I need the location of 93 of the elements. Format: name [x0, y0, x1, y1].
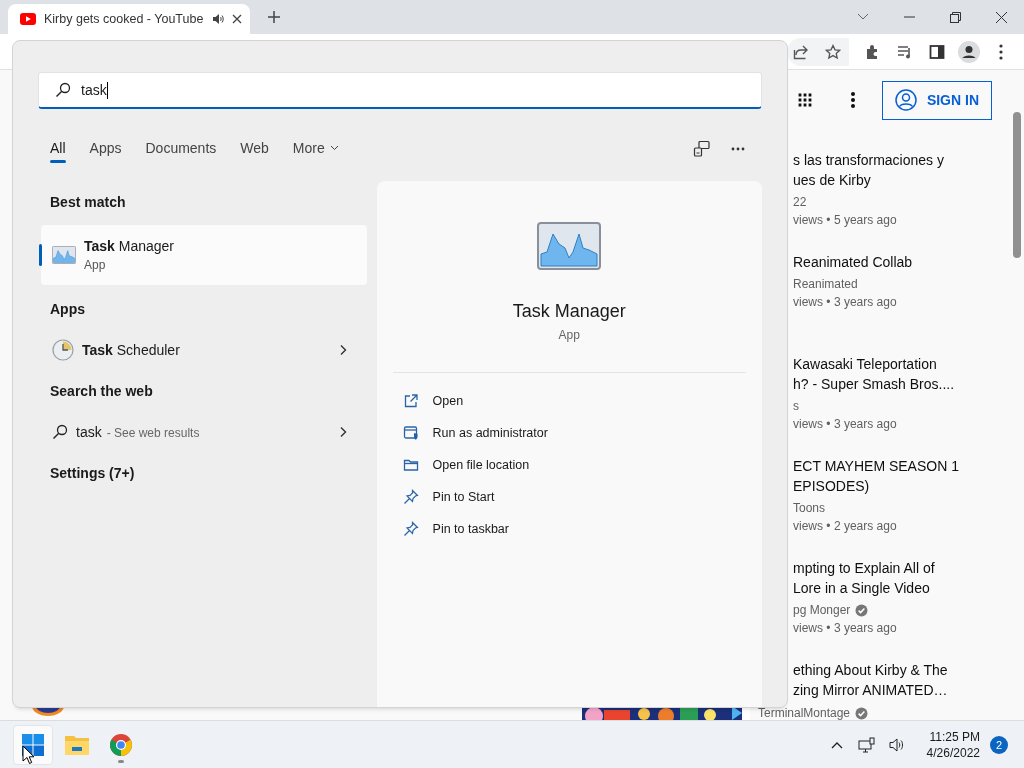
video-title[interactable]: ething About Kirby & The	[793, 660, 1024, 680]
chevron-down-icon	[857, 13, 869, 21]
video-meta: views • 3 years ago	[793, 294, 898, 311]
close-icon	[995, 11, 1007, 23]
minimize-icon	[903, 16, 915, 18]
video-meta: views • 5 years ago	[793, 212, 898, 229]
search-hint: - See web results	[106, 426, 200, 440]
action-item[interactable]: Pin to taskbar	[402, 513, 509, 545]
result-item[interactable]: Task Scheduler	[41, 333, 367, 367]
video-title[interactable]: EPISODES)	[793, 476, 1024, 496]
video-title[interactable]: Lore in a Single Video	[793, 578, 1024, 598]
section-heading: Apps	[49, 300, 86, 319]
network-icon	[857, 736, 876, 753]
chart-icon	[537, 222, 602, 270]
folder-icon	[64, 733, 90, 756]
address-bar[interactable]	[787, 37, 849, 66]
tab-title: Kirby gets cooked - YouTube	[44, 12, 204, 26]
chrome-logo-icon	[109, 732, 133, 757]
filter-tab[interactable]: Apps	[89, 135, 122, 163]
section-heading: Search the web	[49, 382, 154, 401]
playlist-icon	[897, 43, 913, 60]
result-item[interactable]: Task Manager App	[41, 225, 367, 285]
speaker-icon	[887, 736, 906, 753]
result-title: Task Scheduler	[82, 342, 181, 358]
channel-name[interactable]: TerminalMontage	[758, 706, 851, 720]
vertical-dots-icon	[850, 92, 855, 108]
side-panel-icon	[929, 43, 945, 60]
preview-title: Task Manager	[512, 300, 626, 323]
restore-icon	[949, 11, 961, 23]
section-heading: Settings (7+)	[49, 464, 136, 483]
preview-subtitle: App	[558, 327, 580, 343]
video-meta: views • 2 years ago	[793, 518, 898, 535]
video-title[interactable]: h? - Super Smash Bros....	[793, 374, 1024, 394]
clock-icon	[52, 339, 74, 361]
avatar-icon	[958, 40, 980, 63]
filter-tab[interactable]: Web	[240, 135, 269, 163]
filter-tab[interactable]: More	[292, 135, 339, 163]
close-icon[interactable]	[232, 14, 242, 24]
clock-time: 11:25 PM	[929, 728, 980, 745]
search-icon	[52, 424, 68, 440]
caret-icon	[329, 144, 339, 151]
plus-icon	[267, 10, 281, 24]
video-meta: views • 3 years ago	[793, 620, 898, 637]
browser-tab[interactable]: Kirby gets cooked - YouTube	[8, 4, 250, 34]
video-title[interactable]: s las transformaciones y	[793, 150, 1024, 170]
action-item[interactable]: Open file location	[402, 449, 530, 481]
video-title[interactable]: Reanimated Collab	[793, 252, 1024, 272]
channel-name[interactable]: pg Monger	[793, 601, 851, 619]
chart-icon	[52, 246, 76, 264]
video-title[interactable]: zing Mirror ANIMATED…	[793, 680, 1024, 700]
search-icon	[55, 82, 71, 98]
chevron-right-icon	[338, 426, 347, 438]
video-logo-icon	[20, 13, 36, 25]
chevron-up-icon	[830, 740, 843, 749]
channel-name[interactable]: s	[793, 397, 799, 415]
horizontal-dots-icon	[731, 147, 745, 151]
video-title[interactable]: ECT MAYHEM SEASON 1	[793, 456, 1024, 476]
pin-icon	[402, 489, 419, 505]
search-field[interactable]: task	[38, 72, 762, 109]
share-icon	[793, 43, 809, 60]
chevron-right-icon	[338, 344, 347, 356]
menu-icon	[999, 43, 1003, 60]
filter-tab[interactable]: Documents	[145, 135, 217, 163]
video-title[interactable]: ues de Kirby	[793, 170, 1024, 190]
video-title[interactable]: mpting to Explain All of	[793, 558, 1024, 578]
mouse-cursor	[22, 745, 35, 765]
video-meta: views • 3 years ago	[793, 416, 898, 433]
pin-icon	[402, 521, 419, 537]
channel-name[interactable]: 22	[793, 193, 807, 211]
devices-icon	[693, 140, 711, 158]
grid-icon	[796, 92, 813, 108]
section-heading: Best match	[49, 193, 127, 212]
search-query: task	[76, 424, 102, 440]
web-search-item[interactable]: task - See web results	[41, 415, 367, 449]
action-item[interactable]: Pin to Start	[402, 481, 495, 513]
account-icon	[894, 89, 917, 111]
clock-date: 4/26/2022	[926, 744, 980, 761]
notification-badge[interactable]: 2	[990, 735, 1008, 754]
star-icon	[825, 43, 841, 60]
action-item[interactable]: Run as administrator	[402, 417, 548, 449]
result-title: Task Manager	[84, 238, 176, 254]
video-title[interactable]: Kawasaki Teleportation	[793, 354, 1024, 374]
folder-icon	[402, 457, 419, 473]
result-type: App	[84, 258, 107, 272]
sign-in-button[interactable]: SIGN IN	[881, 80, 992, 120]
filter-tab[interactable]: All	[50, 135, 66, 163]
open-external-icon	[402, 393, 419, 409]
channel-name[interactable]: Reanimated	[793, 275, 858, 293]
scrollbar-thumb[interactable]	[1013, 112, 1021, 258]
shield-window-icon	[402, 425, 419, 441]
clock[interactable]: 11:25 PM 4/26/2022	[926, 728, 980, 761]
channel-name[interactable]: Toons	[793, 499, 826, 517]
action-item[interactable]: Open	[402, 385, 464, 417]
